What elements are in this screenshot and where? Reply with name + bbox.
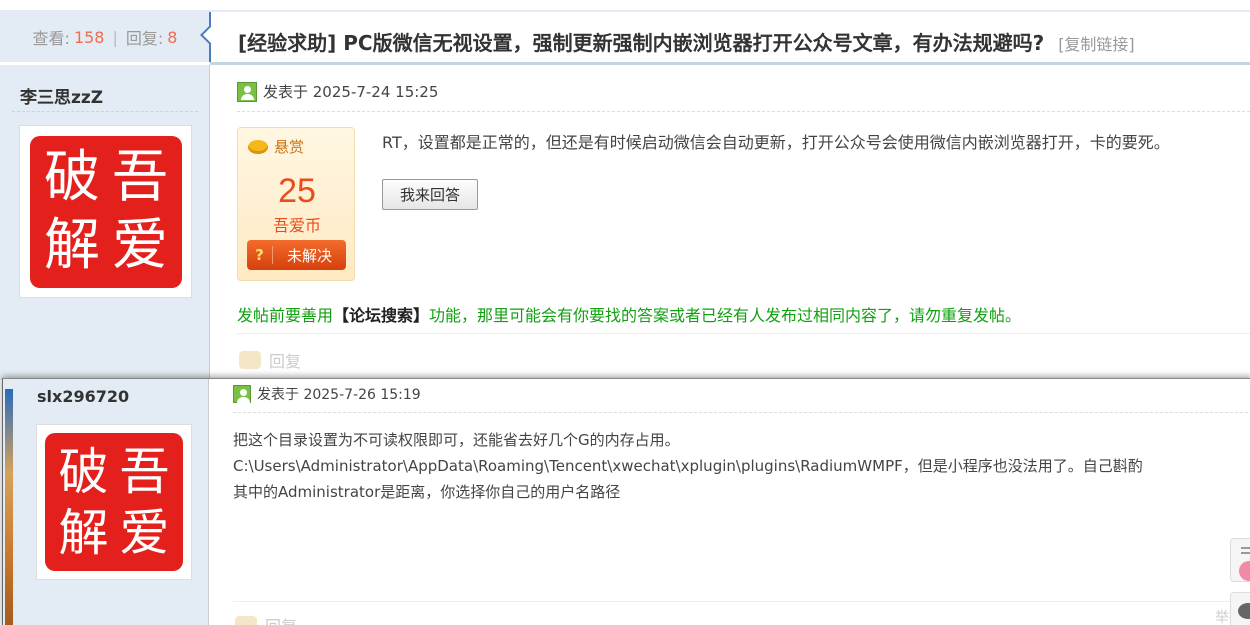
post-1-body: RT，设置都是正常的，但还是有时候启动微信会自动更新，打开公众号会使用微信内嵌浏… (382, 133, 1170, 152)
post-2-meta: 发表于 2025-7-26 15:19 (233, 384, 421, 404)
seal-char: 爱 (119, 503, 170, 562)
replies-label: 回复: (125, 29, 164, 48)
post-1-meta: 发表于 2025-7-24 15:25 (237, 81, 438, 102)
seal-char: 吾 (119, 442, 170, 501)
forum-thread-page: 查看: 158 | 回复: 8 [经验求助] PC版微信无视设置，强制更新强制内… (0, 0, 1250, 625)
post-1-author-panel: 李三思zzZ 破 吾 解 爱 (0, 65, 210, 380)
bounty-amount: 25 (278, 172, 316, 210)
thread-stats: 查看: 158 | 回复: 8 (0, 12, 210, 62)
pink-badge-icon (1239, 561, 1250, 581)
replies-count: 8 (167, 27, 178, 47)
bounty-status: 未解决 (286, 246, 332, 265)
views-label: 查看: (32, 29, 70, 48)
question-icon: ? (247, 246, 273, 264)
gold-ingot-icon (248, 139, 268, 154)
search-notice: 发帖前要善用【论坛搜索】功能，那里可能会有你要找的答案或者已经有人发布过相同内容… (237, 302, 1021, 326)
notice-after: 功能，那里可能会有你要找的答案或者已经有人发布过相同内容了，请勿重复发帖。 (429, 306, 1022, 325)
seal-char: 吾 (112, 145, 168, 210)
post-1-author-name[interactable]: 李三思zzZ (20, 83, 103, 108)
seal-char: 解 (58, 503, 109, 562)
meta-divider (237, 111, 1250, 112)
meta-divider (233, 412, 1250, 413)
views-count: 158 (73, 27, 105, 47)
seal-logo: 破 吾 解 爱 (30, 136, 182, 288)
bounty-currency: 吾爱币 (272, 216, 321, 235)
author-divider (12, 111, 198, 112)
reply-label: 回复 (265, 613, 297, 625)
post-1-reply-button[interactable]: 回复 (239, 348, 301, 372)
menu-lines-icon (1241, 547, 1250, 549)
post-2-window: slx296720 破 吾 解 爱 发表于 2025-7-26 15:19 把这… (2, 378, 1250, 625)
post-2-author-panel: slx296720 破 吾 解 爱 (19, 379, 209, 625)
bounty-header: 悬赏 (248, 136, 304, 157)
window-edge (3, 379, 19, 625)
post-2-body: 把这个目录设置为不可读权限即可，还能省去好几个G的内存占用。 C:\Users\… (233, 427, 1143, 505)
seal-char: 解 (44, 213, 100, 278)
side-tool-icon[interactable] (1230, 538, 1250, 582)
post-2-line: C:\Users\Administrator\AppData\Roaming\T… (233, 457, 1143, 475)
reply-icon (239, 351, 261, 370)
chat-icon[interactable] (1230, 592, 1250, 625)
post-2-line: 把这个目录设置为不可读权限即可，还能省去好几个G的内存占用。 (233, 431, 680, 449)
post-2-line: 其中的Administrator是距离，你选择你自己的用户名路径 (233, 483, 621, 501)
chat-bubble-icon (1238, 603, 1250, 619)
seal-logo: 破 吾 解 爱 (45, 433, 183, 571)
reply-label: 回复 (269, 352, 302, 371)
thread-title-row: [经验求助] PC版微信无视设置，强制更新强制内嵌浏览器打开公众号文章，有办法规… (238, 27, 1135, 56)
stats-separator: | (112, 27, 118, 47)
seal-char: 破 (58, 442, 109, 501)
thread-header: 查看: 158 | 回复: 8 [经验求助] PC版微信无视设置，强制更新强制内… (0, 0, 1250, 65)
answer-button[interactable]: 我来回答 (382, 179, 478, 210)
footer-divider (233, 601, 1250, 602)
footer-divider (237, 333, 1250, 334)
post-1-avatar[interactable]: 破 吾 解 爱 (20, 126, 191, 297)
posted-user-icon (233, 385, 251, 403)
bounty-status-badge: ? 未解决 (247, 240, 346, 270)
background-strip (5, 389, 13, 625)
post-2-content: 发表于 2025-7-26 15:19 把这个目录设置为不可读权限即可，还能省去… (209, 379, 1250, 625)
post-2-author-name[interactable]: slx296720 (37, 387, 129, 406)
post-2-avatar[interactable]: 破 吾 解 爱 (37, 425, 191, 579)
forum-search-link[interactable]: 【论坛搜索】 (333, 306, 429, 325)
post-2-date: 发表于 2025-7-26 15:19 (257, 387, 421, 403)
bounty-badge: 悬赏 25 吾爱币 ? 未解决 (237, 127, 355, 281)
posted-user-icon (237, 81, 257, 102)
seal-char: 爱 (112, 213, 168, 278)
notice-before: 发帖前要善用 (237, 306, 334, 325)
post-1-date: 发表于 2025-7-24 15:25 (263, 83, 439, 101)
thread-title[interactable]: [经验求助] PC版微信无视设置，强制更新强制内嵌浏览器打开公众号文章，有办法规… (238, 27, 1044, 56)
copy-link-button[interactable]: [复制链接] (1058, 31, 1135, 55)
reply-icon (235, 616, 257, 625)
post-1: 李三思zzZ 破 吾 解 爱 发表于 2025-7-24 15:25 悬赏 25… (0, 65, 1250, 380)
bounty-label: 悬赏 (274, 138, 305, 156)
post-2-reply-button[interactable]: 回复 (235, 613, 297, 625)
seal-char: 破 (44, 145, 100, 210)
post-1-content: 发表于 2025-7-24 15:25 悬赏 25 吾爱币 ? 未解决 RT，设… (211, 65, 1250, 380)
